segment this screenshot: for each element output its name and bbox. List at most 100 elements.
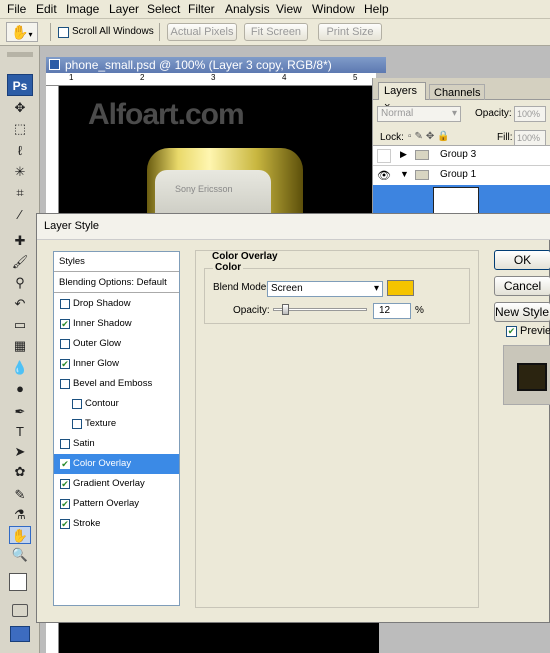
preview-checkbox[interactable]: ✔ [506,326,517,337]
color-overlay-checkbox[interactable]: ✔ [60,459,70,469]
pattern-overlay-checkbox[interactable]: ✔ [60,499,70,509]
ok-button[interactable]: OK [494,250,550,270]
inner-shadow-checkbox[interactable]: ✔ [60,319,70,329]
layer-row[interactable]: 👁 ▼ Group 1 [373,165,550,185]
blur-tool-icon[interactable]: 💧 [9,359,31,377]
fit-screen-button[interactable]: Fit Screen [244,23,308,41]
menu-layer[interactable]: Layer [109,2,139,16]
lock-label: Lock: [380,132,404,143]
expand-arrow-icon[interactable]: ▶ [400,149,407,160]
style-pattern-overlay[interactable]: ✔ Pattern Overlay [54,494,179,514]
menu-help[interactable]: Help [364,2,389,16]
style-texture[interactable]: Texture [54,414,179,434]
custom-shape-icon[interactable]: ✿ [9,463,31,481]
eraser-tool-icon[interactable]: ▭ [9,316,31,334]
styles-header[interactable]: Styles [54,252,179,272]
drop-shadow-checkbox[interactable] [60,299,70,309]
style-bevel-emboss[interactable]: Bevel and Emboss [54,374,179,394]
style-stroke[interactable]: ✔ Stroke [54,514,179,534]
zoom-tool-icon[interactable]: 🔍 [9,546,31,564]
style-inner-shadow[interactable]: ✔ Inner Shadow [54,314,179,334]
style-label: Color Overlay [73,458,132,469]
menu-view[interactable]: View [276,2,302,16]
menu-select[interactable]: Select [147,2,180,16]
outer-glow-checkbox[interactable] [60,339,70,349]
menu-edit[interactable]: Edit [36,2,57,16]
menu-filter[interactable]: Filter [188,2,215,16]
lock-icons[interactable]: ▫✎✥🔒 [408,131,453,142]
scroll-all-windows-checkbox[interactable] [58,27,69,38]
style-drop-shadow[interactable]: Drop Shadow [54,294,179,314]
layer-fill-input[interactable]: 100% [514,130,546,146]
pen-tool-icon[interactable]: ✒ [9,403,31,421]
layer-name: Group 1 [440,169,477,180]
hand-tool-preset-icon[interactable]: ✋▾ [6,22,38,42]
eyedropper-tool-icon[interactable]: ⚗ [9,506,31,524]
quick-mask-icon[interactable] [12,604,28,617]
hand-tool-icon[interactable]: ✋ [9,526,31,544]
healing-brush-icon[interactable]: ✚ [9,232,31,250]
foreground-color-swatch[interactable] [9,573,27,591]
cancel-button[interactable]: Cancel [494,276,550,296]
blend-mode-select[interactable]: Screen ▾ [267,281,383,297]
print-size-button[interactable]: Print Size [318,23,382,41]
dodge-tool-icon[interactable]: ● [9,380,31,398]
layer-opacity-input[interactable]: 100% [514,106,546,122]
blending-options[interactable]: Blending Options: Default [54,273,179,293]
contour-checkbox[interactable] [72,399,82,409]
history-brush-icon[interactable]: ↶ [9,295,31,313]
collapse-arrow-icon[interactable]: ▼ [400,169,409,179]
path-selection-icon[interactable]: ➤ [9,443,31,461]
menu-window[interactable]: Window [312,2,355,16]
stroke-checkbox[interactable]: ✔ [60,519,70,529]
type-tool-icon[interactable]: T [9,423,31,441]
gradient-tool-icon[interactable]: ▦ [9,337,31,355]
panel-grip [7,52,33,57]
style-gradient-overlay[interactable]: ✔ Gradient Overlay [54,474,179,494]
horizontal-ruler: 1 2 3 4 5 [46,73,376,86]
style-contour[interactable]: Contour [54,394,179,414]
opacity-input[interactable]: 12 [373,303,411,319]
menu-image[interactable]: Image [66,2,99,16]
layer-row[interactable]: ▶ Group 3 [373,145,550,165]
document-title-bar[interactable]: phone_small.psd @ 100% (Layer 3 copy, RG… [46,57,386,73]
screen-mode-icon[interactable] [10,626,30,642]
inner-glow-checkbox[interactable]: ✔ [60,359,70,369]
ruler-label: 4 [282,73,287,82]
satin-checkbox[interactable] [60,439,70,449]
lasso-tool-icon[interactable]: ℓ [9,142,31,160]
move-tool-icon[interactable]: ✥ [9,99,31,117]
slice-tool-icon[interactable]: ⁄ [9,206,31,224]
texture-checkbox[interactable] [72,419,82,429]
opacity-slider-thumb[interactable] [282,304,290,315]
layer-style-dialog: Layer Style Styles Blending Options: Def… [36,213,550,623]
tab-channels[interactable]: Channels [429,84,486,100]
style-color-overlay[interactable]: ✔ Color Overlay [54,454,179,474]
style-label: Inner Shadow [73,318,132,329]
gradient-overlay-checkbox[interactable]: ✔ [60,479,70,489]
opacity-label: Opacity: [233,305,270,316]
style-inner-glow[interactable]: ✔ Inner Glow [54,354,179,374]
marquee-tool-icon[interactable]: ⬚ [9,120,31,138]
bevel-emboss-checkbox[interactable] [60,379,70,389]
opacity-slider[interactable] [273,304,367,315]
overlay-color-swatch[interactable] [387,280,414,296]
layer-blend-mode-select[interactable]: Normal ▾ [377,106,461,122]
eye-icon[interactable]: 👁 [377,169,391,182]
visibility-toggle[interactable] [377,149,391,163]
style-outer-glow[interactable]: Outer Glow [54,334,179,354]
tab-layers[interactable]: Layers × [378,82,426,113]
crop-tool-icon[interactable]: ⌗ [9,184,31,202]
style-satin[interactable]: Satin [54,434,179,454]
notes-tool-icon[interactable]: ✎ [9,486,31,504]
magic-wand-tool-icon[interactable]: ✳ [9,163,31,181]
brush-tool-icon[interactable]: 🖌 [9,253,31,271]
new-style-button[interactable]: New Style... [494,302,550,322]
dialog-title-bar[interactable]: Layer Style [37,214,550,240]
menu-file[interactable]: File [7,2,26,16]
menu-analysis[interactable]: Analysis [225,2,270,16]
separator [50,23,51,41]
ps-logo[interactable]: Ps [7,74,33,96]
actual-pixels-button[interactable]: Actual Pixels [167,23,237,41]
clone-stamp-icon[interactable]: ⚲ [9,274,31,292]
